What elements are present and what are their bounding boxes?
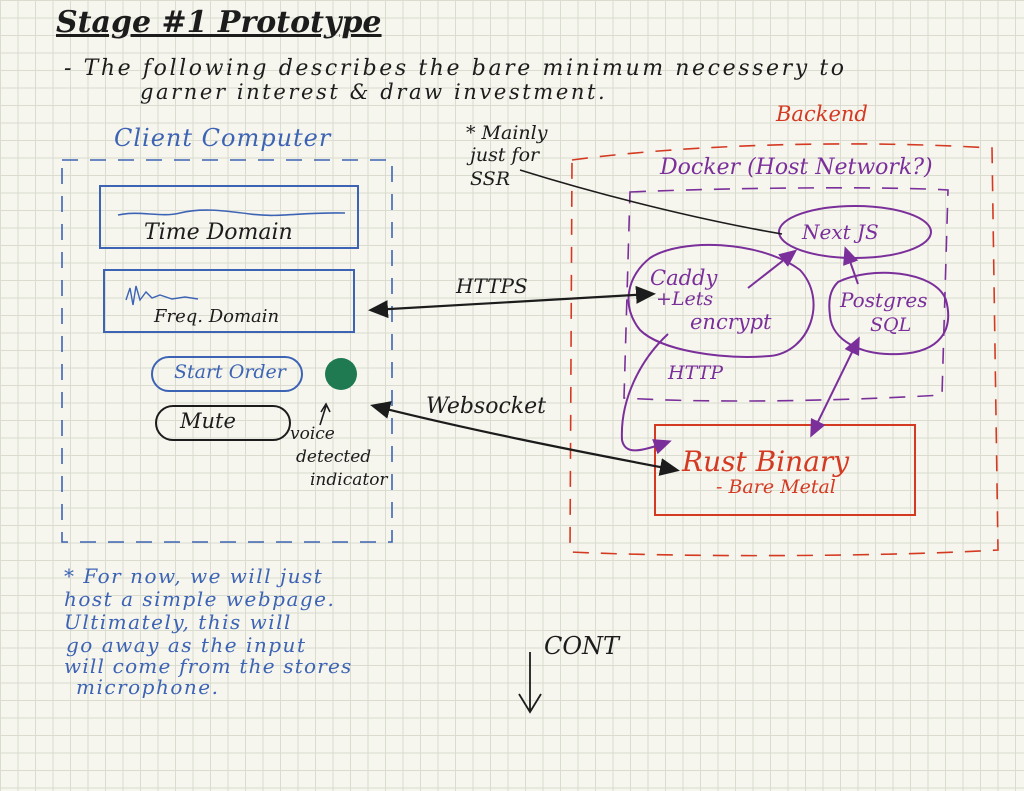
footnote-line-4: go away as the input — [66, 633, 307, 657]
footnote-line-2: host a simple webpage. — [64, 587, 336, 611]
indicator-note-line-3: indicator — [310, 470, 388, 490]
caddy-label-line-3: encrypt — [690, 310, 772, 334]
caddy-label-line-1: Caddy — [650, 266, 718, 290]
rust-binary-label: Rust Binary — [682, 445, 850, 478]
ssr-note-line-3: SSR — [470, 168, 511, 190]
websocket-label: Websocket — [426, 394, 546, 419]
footnote-line-5: will come from the stores — [64, 654, 353, 678]
continue-label: CONT — [544, 632, 620, 660]
footnote-line-3: Ultimately, this will — [64, 610, 292, 634]
rust-binary-sublabel: - Bare Metal — [716, 476, 836, 498]
caddy-to-rust-http-link — [620, 333, 672, 455]
http-label: HTTP — [668, 362, 724, 384]
indicator-pointer — [319, 402, 331, 426]
time-domain-label: Time Domain — [144, 220, 293, 245]
footnote-line-1: * For now, we will just — [64, 564, 324, 588]
caddy-label-line-2: +Lets — [656, 288, 714, 310]
https-label: HTTPS — [456, 274, 528, 298]
footnote-line-6: microphone. — [76, 675, 220, 699]
rust-to-postgres-link — [810, 336, 860, 438]
indicator-note-line-2: detected — [296, 447, 372, 467]
freq-domain-label: Freq. Domain — [154, 306, 280, 327]
caddy-to-nextjs-link — [747, 249, 798, 289]
indicator-note-line-1: voice — [290, 424, 335, 444]
ssr-note-line-2: just for — [470, 144, 540, 166]
mute-button[interactable]: Mute — [180, 411, 236, 432]
ssr-note-line-1: * Mainly — [466, 122, 548, 144]
client-computer-label: Client Computer — [114, 124, 332, 152]
postgres-label-line-2: SQL — [870, 314, 912, 336]
voice-indicator-dot — [325, 358, 357, 390]
start-order-button[interactable]: Start Order — [174, 363, 286, 382]
docker-label: Docker (Host Network?) — [660, 155, 933, 180]
nextjs-label: Next JS — [802, 220, 879, 244]
postgres-label-line-1: Postgres — [840, 288, 928, 312]
continue-down-arrow — [518, 652, 542, 714]
backend-label: Backend — [776, 102, 868, 126]
